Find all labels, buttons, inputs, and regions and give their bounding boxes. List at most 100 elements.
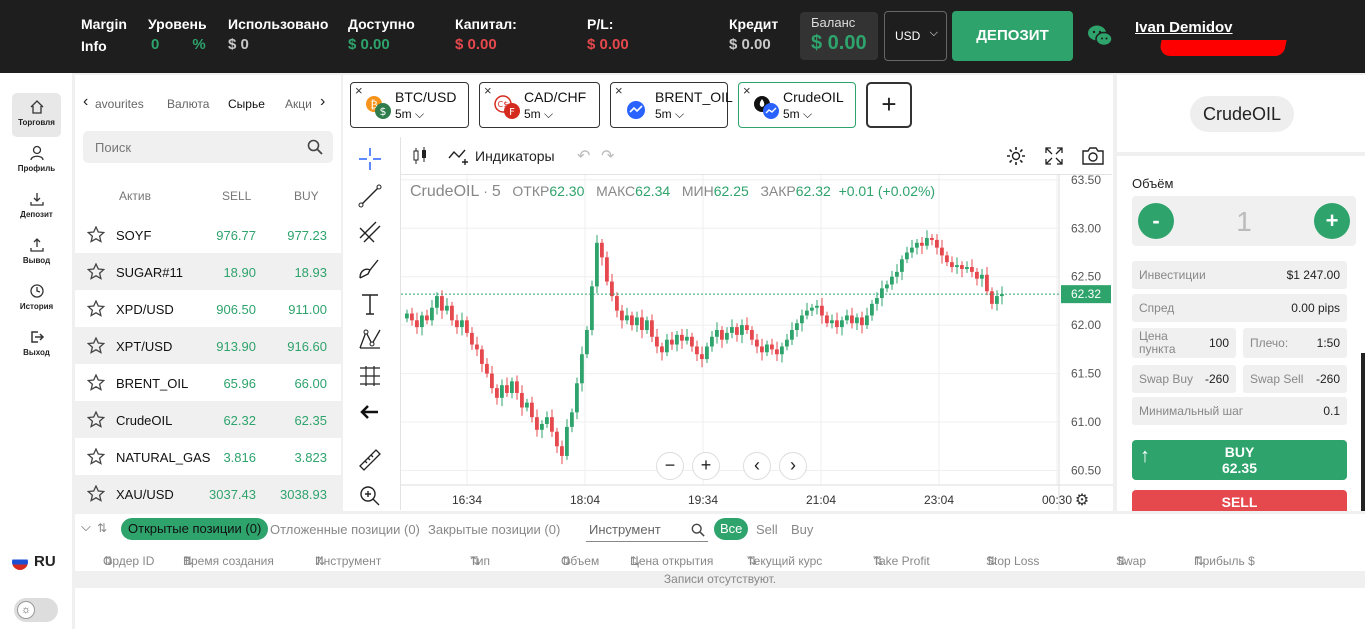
pattern-icon[interactable] xyxy=(356,326,384,354)
filter-sell[interactable]: Sell xyxy=(756,522,778,537)
asset-row[interactable]: SOYF 976.77 977.23 xyxy=(75,216,341,253)
chart-tab-brentoil[interactable]: × BRENT_OIL 5m ⌵ xyxy=(610,82,733,128)
star-icon[interactable] xyxy=(87,300,105,317)
sell-button[interactable]: SELL xyxy=(1132,490,1347,511)
asset-row[interactable]: NATURAL_GAS 3.816 3.823 xyxy=(75,438,341,475)
asset-row[interactable]: XPT/USD 913.90 916.60 xyxy=(75,327,341,364)
star-icon[interactable] xyxy=(87,485,105,502)
asset-sell-price[interactable]: 913.90 xyxy=(216,339,256,354)
asset-row[interactable]: BRENT_OIL 65.96 66.00 xyxy=(75,364,341,401)
close-icon[interactable]: × xyxy=(743,83,751,98)
scroll-right-button[interactable]: › xyxy=(779,452,807,480)
asset-sell-price[interactable]: 906.50 xyxy=(216,302,256,317)
filter-all[interactable]: Все xyxy=(714,518,749,540)
asset-buy-price[interactable]: 3038.93 xyxy=(280,487,327,502)
username[interactable]: Ivan Demidov xyxy=(1135,19,1233,36)
nav-trading[interactable]: Торговля xyxy=(12,93,61,137)
star-icon[interactable] xyxy=(87,226,105,243)
arrow-left-icon[interactable] xyxy=(356,398,384,426)
price-chart[interactable]: 63.50 63.00 62.50 62.00 61.50 61.00 60.50 16:34… xyxy=(400,175,1113,510)
asset-sell-price[interactable]: 65.96 xyxy=(223,376,256,391)
language-selector[interactable]: RU xyxy=(12,553,56,570)
asset-sell-price[interactable]: 3037.43 xyxy=(209,487,256,502)
star-icon[interactable] xyxy=(87,411,105,428)
nav-deposit[interactable]: Депозит xyxy=(12,185,61,229)
wechat-icon[interactable] xyxy=(1087,24,1113,48)
margin-info[interactable]: Margin Info xyxy=(81,14,127,58)
currency-select[interactable]: USD ⌵ xyxy=(884,11,947,61)
asset-buy-price[interactable]: 3.823 xyxy=(294,450,327,465)
nav-history[interactable]: История xyxy=(12,277,61,321)
prediction-icon[interactable] xyxy=(356,362,384,390)
tab-closed-positions[interactable]: Закрытые позиции (0) xyxy=(428,522,560,537)
nav-withdraw[interactable]: Вывод xyxy=(12,231,61,275)
brush-icon[interactable] xyxy=(356,254,384,282)
chevron-left-icon[interactable]: ‹ xyxy=(83,93,88,111)
asset-sell-price[interactable]: 18.90 xyxy=(223,265,256,280)
close-icon[interactable]: × xyxy=(484,83,492,98)
close-icon[interactable]: × xyxy=(355,83,363,98)
asset-buy-price[interactable]: 66.00 xyxy=(294,376,327,391)
star-icon[interactable] xyxy=(87,448,105,465)
theme-toggle[interactable]: ☼ xyxy=(14,598,58,622)
close-icon[interactable]: × xyxy=(615,83,623,98)
chart-tab-timeframe[interactable]: 5m ⌵ xyxy=(524,107,553,122)
settings-gear-icon[interactable] xyxy=(1005,145,1027,167)
indicators-button[interactable]: Индикаторы xyxy=(475,148,555,164)
ruler-icon[interactable] xyxy=(356,446,384,474)
asset-row[interactable]: CrudeOIL 62.32 62.35 xyxy=(75,401,341,438)
pitchfork-icon[interactable] xyxy=(356,218,384,246)
zoom-in-button[interactable]: + xyxy=(692,452,720,480)
asset-buy-price[interactable]: 18.93 xyxy=(294,265,327,280)
chart-tab-crudeoil[interactable]: × CrudeOIL 5m ⌵ xyxy=(738,82,856,128)
order-panel-scrollbar[interactable] xyxy=(1361,353,1365,511)
asset-buy-price[interactable]: 62.35 xyxy=(294,413,327,428)
collapse-chevron-icon[interactable]: ⌵ xyxy=(81,519,91,535)
redo-icon[interactable]: ↷ xyxy=(601,146,614,166)
asset-sell-price[interactable]: 976.77 xyxy=(216,228,256,243)
chart-tab-cadchf[interactable]: × C$ F CAD/CHF 5m ⌵ xyxy=(479,82,600,128)
asset-sell-price[interactable]: 62.32 xyxy=(223,413,256,428)
undo-icon[interactable]: ↶ xyxy=(577,146,590,166)
filter-buy[interactable]: Buy xyxy=(791,522,813,537)
chart-tab-timeframe[interactable]: 5m ⌵ xyxy=(655,107,684,122)
asset-row[interactable]: SUGAR#11 18.90 18.93 xyxy=(75,253,341,290)
buy-button[interactable]: ↑ BUY 62.35 xyxy=(1132,440,1347,480)
chart-tab-timeframe[interactable]: 5m ⌵ xyxy=(395,107,424,122)
nav-profile[interactable]: Профиль xyxy=(12,139,61,183)
instrument-search-input[interactable]: Инструмент xyxy=(586,522,708,542)
add-chart-tab-button[interactable]: + xyxy=(866,82,912,128)
asset-buy-price[interactable]: 977.23 xyxy=(287,228,327,243)
chart-tab-btcusd[interactable]: × ₿ $ BTC/USD 5m ⌵ xyxy=(350,82,469,128)
chevron-right-icon[interactable]: › xyxy=(320,93,325,111)
zoom-out-button[interactable]: − xyxy=(656,452,684,480)
tab-currency[interactable]: Валюта xyxy=(167,97,209,111)
asset-sell-price[interactable]: 3.816 xyxy=(223,450,256,465)
star-icon[interactable] xyxy=(87,263,105,280)
scroll-left-button[interactable]: ‹ xyxy=(743,452,771,480)
asset-row[interactable]: XPD/USD 906.50 911.00 xyxy=(75,290,341,327)
asset-buy-price[interactable]: 911.00 xyxy=(288,302,327,317)
indicators-icon[interactable] xyxy=(447,146,471,166)
chart-tab-timeframe[interactable]: 5m ⌵ xyxy=(783,107,812,122)
fullscreen-icon[interactable] xyxy=(1044,146,1064,166)
crosshair-icon[interactable] xyxy=(356,145,384,173)
volume-increase-button[interactable]: + xyxy=(1314,203,1350,239)
deposit-button[interactable]: ДЕПОЗИТ xyxy=(952,11,1073,61)
star-icon[interactable] xyxy=(87,374,105,391)
tab-favourites[interactable]: avourites xyxy=(95,97,144,111)
tab-pending-positions[interactable]: Отложенные позиции (0) xyxy=(270,522,420,537)
tab-open-positions[interactable]: Открытые позиции (0) xyxy=(121,518,269,540)
star-icon[interactable] xyxy=(87,337,105,354)
sort-icon[interactable]: ⇅ xyxy=(97,521,107,535)
camera-icon[interactable] xyxy=(1081,145,1105,167)
asset-search-input[interactable]: Поиск xyxy=(83,131,333,163)
asset-buy-price[interactable]: 916.60 xyxy=(287,339,327,354)
candles-icon[interactable] xyxy=(411,146,429,166)
zoom-in-icon[interactable] xyxy=(356,482,384,510)
trend-line-icon[interactable] xyxy=(356,182,384,210)
tab-commodities[interactable]: Сырье xyxy=(228,97,265,111)
tab-stocks[interactable]: Акци xyxy=(285,97,312,111)
asset-row[interactable]: XAU/USD 3037.43 3038.93 xyxy=(75,475,341,512)
nav-logout[interactable]: Выход xyxy=(12,323,61,367)
